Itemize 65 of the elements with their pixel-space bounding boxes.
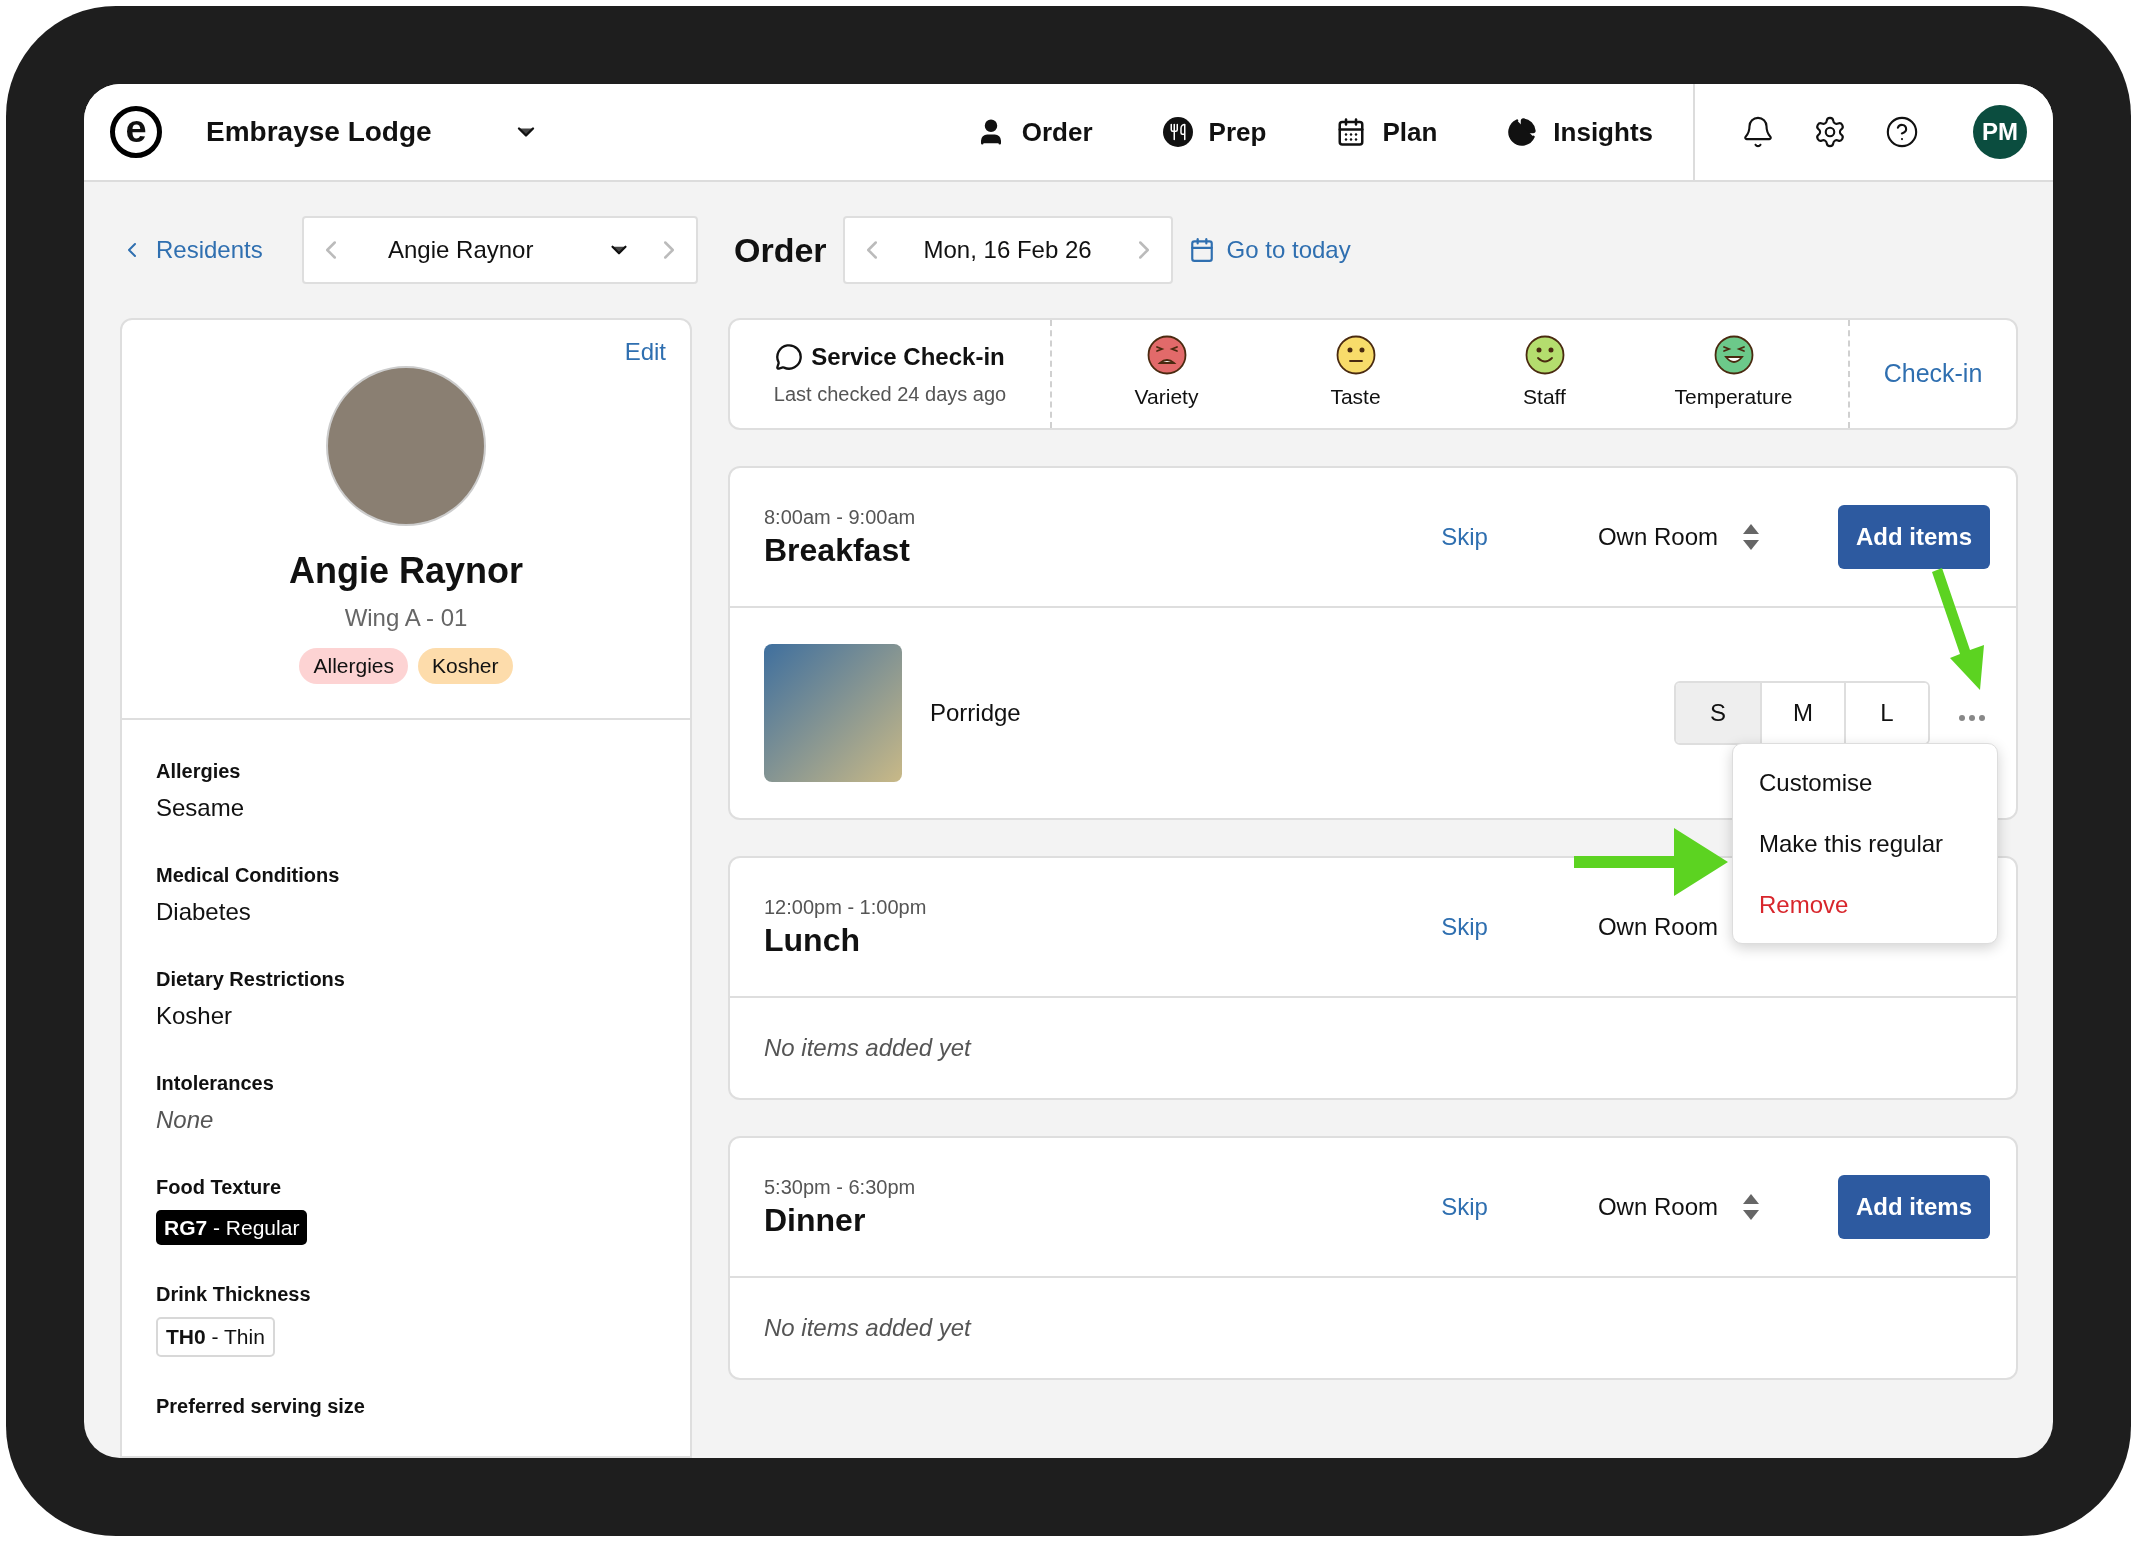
food-name: Porridge	[930, 698, 1022, 728]
field-label: Drink Thickness	[156, 1282, 312, 1307]
field-value: Diabetes	[156, 896, 252, 927]
tag: Allergies	[299, 648, 408, 684]
page-title: Order	[734, 229, 827, 271]
field-value: Kosher	[156, 1000, 234, 1031]
meal-name: Lunch	[764, 920, 861, 960]
meal-name: Breakfast	[764, 530, 911, 570]
meal-time: 12:00pm - 1:00pm	[764, 894, 928, 920]
menu-item[interactable]: Make this regular	[1733, 813, 1997, 874]
user-avatar[interactable]: PM	[1973, 105, 2027, 159]
rating-label: Staff	[1523, 384, 1566, 411]
resident-name: Angie Raynor	[288, 549, 523, 593]
check-in-link[interactable]: Check-in	[1883, 355, 1983, 393]
size-option[interactable]: S	[1676, 683, 1760, 743]
add-items-button[interactable]: Add items	[1838, 1175, 1990, 1239]
field-label: Preferred serving size	[156, 1393, 366, 1419]
empty-message: No items added yet	[764, 1313, 971, 1343]
rating-label: Variety	[1134, 384, 1199, 411]
add-items-button[interactable]: Add items	[1838, 505, 1990, 569]
utensils-icon	[1162, 117, 1193, 147]
pie-chart-icon	[1507, 117, 1538, 147]
room-label: Wing A - 01	[344, 603, 468, 633]
logo: e	[110, 106, 162, 158]
meal-time: 5:30pm - 6:30pm	[764, 1174, 917, 1200]
skip-link[interactable]: Skip	[1441, 1189, 1488, 1225]
calendar-icon	[1336, 117, 1367, 147]
skip-link[interactable]: Skip	[1441, 519, 1488, 555]
field-label: Dietary Restrictions	[156, 966, 346, 992]
nav-link[interactable]: Insights	[1507, 112, 1653, 152]
edit-link[interactable]: Edit	[624, 334, 666, 370]
settings-icon[interactable]	[1813, 115, 1847, 149]
rating-label: Taste	[1330, 384, 1381, 411]
field-label: Intolerances	[156, 1070, 275, 1096]
nav-link[interactable]: Order	[975, 112, 1093, 152]
rating-label: Temperature	[1674, 384, 1793, 411]
check-in-subtitle: Last checked 24 days ago	[773, 382, 1007, 407]
location-select[interactable]: Own Room	[1597, 1189, 1718, 1225]
thickness-badge: TH0 - Thin	[156, 1317, 275, 1357]
field-label: Allergies	[156, 758, 242, 784]
texture-badge: RG7 - Regular	[156, 1209, 308, 1245]
nav-link[interactable]: Prep	[1162, 112, 1267, 152]
field-label: Food Texture	[156, 1174, 283, 1200]
meal-name: Dinner	[764, 1200, 867, 1240]
back-link[interactable]: Residents	[120, 232, 294, 268]
nav-link[interactable]: Plan	[1336, 112, 1438, 152]
field-label: Medical Conditions	[156, 862, 341, 888]
check-in-title: Service Check-in	[811, 342, 1005, 372]
venue-name: Embrayse Lodge	[206, 115, 432, 149]
field-value: None	[156, 1104, 215, 1135]
calendar-icon	[1188, 237, 1215, 263]
tag: Kosher	[418, 648, 513, 684]
go-to-today-link[interactable]: Go to today	[1188, 232, 1351, 268]
location-select[interactable]: Own Room	[1597, 909, 1718, 945]
empty-message: No items added yet	[764, 1033, 971, 1063]
field-value: Sesame	[156, 792, 246, 823]
size-option[interactable]: L	[1844, 683, 1928, 743]
notifications-icon[interactable]	[1741, 115, 1775, 149]
skip-link[interactable]: Skip	[1441, 909, 1488, 945]
meal-time: 8:00am - 9:00am	[764, 504, 917, 530]
help-icon[interactable]	[1885, 115, 1919, 149]
location-select[interactable]: Own Room	[1597, 519, 1718, 555]
more-icon	[1959, 715, 1985, 721]
menu-item[interactable]: Remove	[1733, 874, 1997, 935]
menu-item[interactable]: Customise	[1733, 752, 1997, 813]
